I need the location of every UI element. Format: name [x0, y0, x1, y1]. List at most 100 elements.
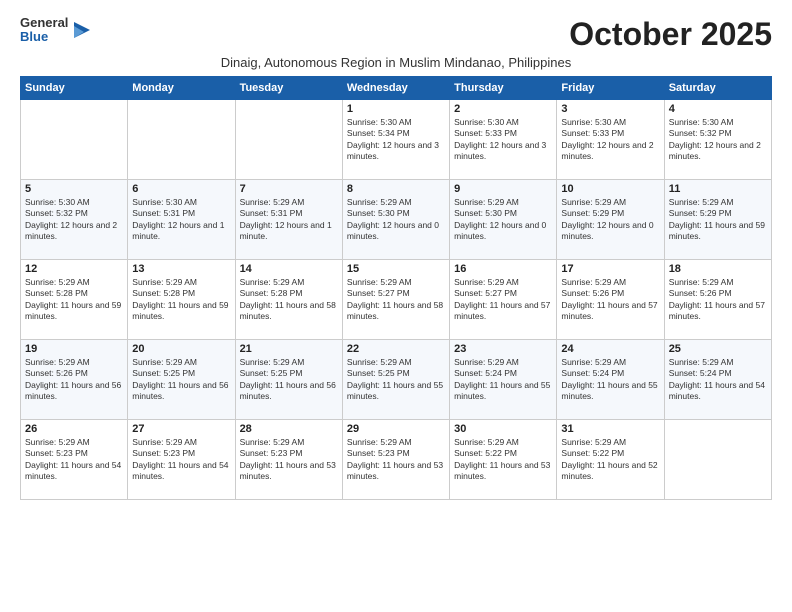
logo-general: General [20, 16, 68, 30]
day-number: 6 [132, 183, 230, 195]
cell-sun-info: Sunrise: 5:29 AM Sunset: 5:25 PM Dayligh… [347, 357, 445, 403]
cell-sun-info: Sunrise: 5:30 AM Sunset: 5:33 PM Dayligh… [561, 117, 659, 163]
weekday-header: Monday [128, 77, 235, 100]
cell-sun-info: Sunrise: 5:29 AM Sunset: 5:23 PM Dayligh… [132, 437, 230, 483]
cell-sun-info: Sunrise: 5:29 AM Sunset: 5:24 PM Dayligh… [454, 357, 552, 403]
calendar-cell: 25Sunrise: 5:29 AM Sunset: 5:24 PM Dayli… [664, 340, 771, 420]
cell-sun-info: Sunrise: 5:29 AM Sunset: 5:26 PM Dayligh… [561, 277, 659, 323]
calendar-cell: 6 Sunrise: 5:30 AM Sunset: 5:31 PM Daylig… [128, 180, 235, 260]
day-number: 1 [347, 103, 445, 115]
calendar-cell: 8 Sunrise: 5:29 AM Sunset: 5:30 PM Daylig… [342, 180, 449, 260]
cell-sun-info: Sunrise: 5:29 AM Sunset: 5:26 PM Dayligh… [669, 277, 767, 323]
day-number: 3 [561, 103, 659, 115]
cell-sun-info: Sunrise: 5:29 AM Sunset: 5:24 PM Dayligh… [561, 357, 659, 403]
cell-sun-info: Sunrise: 5:29 AM Sunset: 5:22 PM Dayligh… [561, 437, 659, 483]
day-number: 7 [240, 183, 338, 195]
day-number: 14 [240, 263, 338, 275]
logo-icon [70, 18, 94, 42]
calendar-cell: 31 Sunrise: 5:29 AM Sunset: 5:22 PM Dayli… [557, 420, 664, 500]
day-number: 28 [240, 423, 338, 435]
calendar-cell: 1 Sunrise: 5:30 AM Sunset: 5:34 PM Daylig… [342, 100, 449, 180]
calendar-table: SundayMondayTuesdayWednesdayThursdayFrid… [20, 76, 772, 500]
calendar-cell [128, 100, 235, 180]
cell-sun-info: Sunrise: 5:29 AM Sunset: 5:26 PM Dayligh… [25, 357, 123, 403]
weekday-header: Sunday [21, 77, 128, 100]
cell-sun-info: Sunrise: 5:30 AM Sunset: 5:34 PM Dayligh… [347, 117, 445, 163]
calendar-cell: 11Sunrise: 5:29 AM Sunset: 5:29 PM Dayli… [664, 180, 771, 260]
cell-sun-info: Sunrise: 5:30 AM Sunset: 5:31 PM Dayligh… [132, 197, 230, 243]
calendar-cell [664, 420, 771, 500]
day-number: 30 [454, 423, 552, 435]
calendar-cell: 24 Sunrise: 5:29 AM Sunset: 5:24 PM Dayli… [557, 340, 664, 420]
cell-sun-info: Sunrise: 5:29 AM Sunset: 5:22 PM Dayligh… [454, 437, 552, 483]
calendar-cell: 10 Sunrise: 5:29 AM Sunset: 5:29 PM Dayli… [557, 180, 664, 260]
weekday-header: Thursday [450, 77, 557, 100]
calendar-cell: 26 Sunrise: 5:29 AM Sunset: 5:23 PM Dayli… [21, 420, 128, 500]
calendar-subtitle: Dinaig, Autonomous Region in Muslim Mind… [20, 55, 772, 70]
day-number: 24 [561, 343, 659, 355]
day-number: 15 [347, 263, 445, 275]
day-number: 17 [561, 263, 659, 275]
day-number: 8 [347, 183, 445, 195]
top-row: General Blue October 2025 [20, 16, 772, 53]
day-number: 5 [25, 183, 123, 195]
cell-sun-info: Sunrise: 5:29 AM Sunset: 5:23 PM Dayligh… [347, 437, 445, 483]
calendar-cell: 30 Sunrise: 5:29 AM Sunset: 5:22 PM Dayli… [450, 420, 557, 500]
weekday-header: Saturday [664, 77, 771, 100]
calendar-cell: 5 Sunrise: 5:30 AM Sunset: 5:32 PM Daylig… [21, 180, 128, 260]
day-number: 12 [25, 263, 123, 275]
day-number: 26 [25, 423, 123, 435]
calendar-cell: 13Sunrise: 5:29 AM Sunset: 5:28 PM Dayli… [128, 260, 235, 340]
calendar-cell: 18 Sunrise: 5:29 AM Sunset: 5:26 PM Dayli… [664, 260, 771, 340]
calendar-cell [235, 100, 342, 180]
calendar-cell: 28 Sunrise: 5:29 AM Sunset: 5:23 PM Dayli… [235, 420, 342, 500]
calendar-cell [21, 100, 128, 180]
day-number: 18 [669, 263, 767, 275]
day-number: 27 [132, 423, 230, 435]
day-number: 13 [132, 263, 230, 275]
logo-text: General Blue [20, 16, 68, 45]
weekday-header: Tuesday [235, 77, 342, 100]
weekday-header: Wednesday [342, 77, 449, 100]
logo-blue: Blue [20, 30, 68, 44]
cell-sun-info: Sunrise: 5:29 AM Sunset: 5:23 PM Dayligh… [25, 437, 123, 483]
day-number: 9 [454, 183, 552, 195]
day-number: 31 [561, 423, 659, 435]
weekday-header-row: SundayMondayTuesdayWednesdayThursdayFrid… [21, 77, 772, 100]
calendar-cell: 7Sunrise: 5:29 AM Sunset: 5:31 PM Daylig… [235, 180, 342, 260]
logo: General Blue [20, 16, 94, 45]
day-number: 11 [669, 183, 767, 195]
calendar-page: General Blue October 2025 Dinaig, Autono… [0, 0, 792, 510]
cell-sun-info: Sunrise: 5:29 AM Sunset: 5:30 PM Dayligh… [347, 197, 445, 243]
cell-sun-info: Sunrise: 5:29 AM Sunset: 5:25 PM Dayligh… [240, 357, 338, 403]
calendar-cell: 20Sunrise: 5:29 AM Sunset: 5:25 PM Dayli… [128, 340, 235, 420]
day-number: 22 [347, 343, 445, 355]
day-number: 23 [454, 343, 552, 355]
calendar-cell: 19 Sunrise: 5:29 AM Sunset: 5:26 PM Dayli… [21, 340, 128, 420]
calendar-cell: 29 Sunrise: 5:29 AM Sunset: 5:23 PM Dayli… [342, 420, 449, 500]
cell-sun-info: Sunrise: 5:29 AM Sunset: 5:23 PM Dayligh… [240, 437, 338, 483]
day-number: 10 [561, 183, 659, 195]
day-number: 19 [25, 343, 123, 355]
cell-sun-info: Sunrise: 5:30 AM Sunset: 5:32 PM Dayligh… [25, 197, 123, 243]
day-number: 20 [132, 343, 230, 355]
calendar-cell: 14 Sunrise: 5:29 AM Sunset: 5:28 PM Dayli… [235, 260, 342, 340]
day-number: 29 [347, 423, 445, 435]
calendar-week-row: 26 Sunrise: 5:29 AM Sunset: 5:23 PM Dayli… [21, 420, 772, 500]
day-number: 16 [454, 263, 552, 275]
calendar-cell: 22 Sunrise: 5:29 AM Sunset: 5:25 PM Dayli… [342, 340, 449, 420]
calendar-week-row: 1 Sunrise: 5:30 AM Sunset: 5:34 PM Daylig… [21, 100, 772, 180]
calendar-cell: 15Sunrise: 5:29 AM Sunset: 5:27 PM Dayli… [342, 260, 449, 340]
calendar-cell: 3 Sunrise: 5:30 AM Sunset: 5:33 PM Daylig… [557, 100, 664, 180]
calendar-cell: 2Sunrise: 5:30 AM Sunset: 5:33 PM Daylig… [450, 100, 557, 180]
calendar-cell: 4Sunrise: 5:30 AM Sunset: 5:32 PM Daylig… [664, 100, 771, 180]
calendar-cell: 23 Sunrise: 5:29 AM Sunset: 5:24 PM Dayli… [450, 340, 557, 420]
cell-sun-info: Sunrise: 5:29 AM Sunset: 5:24 PM Dayligh… [669, 357, 767, 403]
cell-sun-info: Sunrise: 5:29 AM Sunset: 5:28 PM Dayligh… [240, 277, 338, 323]
day-number: 4 [669, 103, 767, 115]
day-number: 2 [454, 103, 552, 115]
day-number: 21 [240, 343, 338, 355]
calendar-cell: 27 Sunrise: 5:29 AM Sunset: 5:23 PM Dayli… [128, 420, 235, 500]
cell-sun-info: Sunrise: 5:29 AM Sunset: 5:29 PM Dayligh… [561, 197, 659, 243]
weekday-header: Friday [557, 77, 664, 100]
